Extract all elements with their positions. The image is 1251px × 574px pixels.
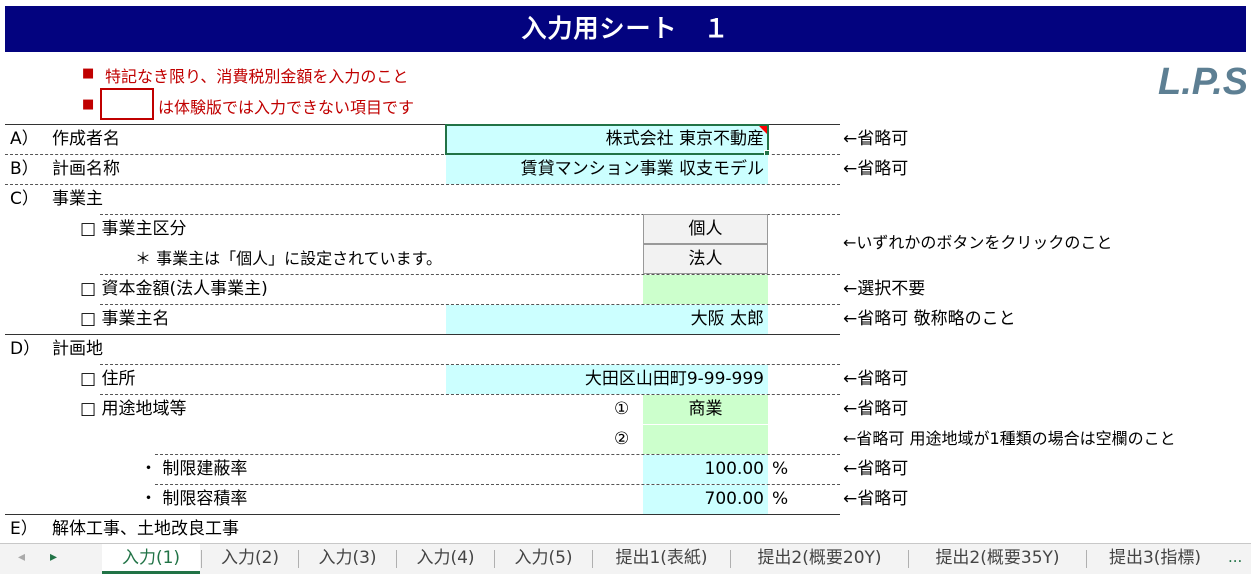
note-trial: は体験版では入力できない項目です — [158, 98, 415, 117]
row-c-name: 事業主 — [52, 189, 103, 209]
coverage-ratio-input[interactable]: 100.00 — [643, 455, 768, 484]
floor-area-ratio-hint: ←省略可 — [843, 489, 909, 509]
sheet-tab-bar: ◂ ▸ 入力(1) 入力(2) 入力(3) 入力(4) 入力(5) 提出1(表紙… — [0, 543, 1251, 574]
floor-area-ratio-input[interactable]: 700.00 — [643, 485, 768, 514]
more-tabs-icon[interactable]: ... — [1228, 548, 1242, 566]
tab-submit-2-35y[interactable]: 提出2(概要35Y) — [909, 544, 1086, 574]
note-tax: 特記なき限り、消費税別金額を入力のこと — [105, 67, 409, 86]
row-a-hint: ←省略可 — [843, 129, 909, 149]
capital-input[interactable] — [643, 275, 768, 304]
zoning-label: □ 用途地域等 — [80, 399, 187, 419]
lps-logo: L.P.S. — [1158, 61, 1246, 102]
floor-area-ratio-label: ・ 制限容積率 — [140, 489, 248, 509]
logo-text: L.P.S. — [1158, 61, 1246, 102]
tab-submit-3[interactable]: 提出3(指標) — [1087, 544, 1223, 574]
zoning-mark-2: ② — [614, 429, 630, 449]
tab-scroll-right-icon[interactable]: ▸ — [50, 549, 57, 565]
zoning-hint-1: ←省略可 — [843, 399, 909, 419]
trial-restricted-sample-box — [100, 88, 154, 120]
coverage-ratio-unit: % — [772, 459, 789, 479]
coverage-ratio-label: ・ 制限建蔽率 — [140, 459, 248, 479]
tab-input-4[interactable]: 入力(4) — [397, 544, 494, 574]
address-input[interactable]: 大田区山田町9-99-999 — [446, 365, 768, 394]
owner-name-input[interactable]: 大阪 太郎 — [446, 305, 768, 334]
capital-label: □ 資本金額(法人事業主) — [80, 279, 268, 299]
tab-scroll-left-icon[interactable]: ◂ — [18, 549, 25, 565]
author-name-input[interactable]: 株式会社 東京不動産 — [445, 124, 769, 155]
row-d-label: D） — [10, 339, 41, 359]
note-bullet-icon: ■ — [82, 97, 95, 112]
owner-type-note: ＊ 事業主は「個人」に設定されています。 — [135, 249, 443, 268]
tab-input-2[interactable]: 入力(2) — [202, 544, 298, 574]
row-a-name: 作成者名 — [52, 129, 120, 149]
comment-indicator-icon — [759, 126, 767, 134]
owner-name-hint: ←省略可 敬称略のこと — [843, 309, 1016, 329]
row-b-hint: ←省略可 — [843, 159, 909, 179]
coverage-ratio-hint: ←省略可 — [843, 459, 909, 479]
corporation-button[interactable]: 法人 — [643, 244, 768, 274]
tab-input-5[interactable]: 入力(5) — [495, 544, 592, 574]
row-e-label: E） — [10, 519, 38, 539]
row-a-label: A） — [10, 129, 39, 149]
note-bullet-icon: ■ — [82, 66, 95, 81]
address-hint: ←省略可 — [843, 369, 909, 389]
floor-area-ratio-unit: % — [772, 489, 789, 509]
address-label: □ 住所 — [80, 369, 136, 389]
row-e-name: 解体工事、土地改良工事 — [52, 519, 239, 539]
row-d-name: 計画地 — [52, 339, 103, 359]
zoning-hint-2: ←省略可 用途地域が1種類の場合は空欄のこと — [843, 429, 1176, 448]
individual-button[interactable]: 個人 — [643, 214, 768, 244]
capital-hint: ←選択不要 — [843, 279, 926, 299]
sheet-title: 入力用シート １ — [5, 6, 1246, 52]
plan-name-input[interactable]: 賃貸マンション事業 収支モデル — [446, 155, 768, 184]
zoning-input-1[interactable]: 商業 — [643, 395, 768, 424]
owner-type-label: □ 事業主区分 — [80, 219, 187, 239]
zoning-mark-1: ① — [614, 399, 630, 419]
divider — [5, 334, 840, 335]
zoning-input-2[interactable] — [643, 425, 768, 454]
owner-type-hint: ←いずれかのボタンをクリックのこと — [843, 233, 1113, 252]
tab-input-1[interactable]: 入力(1) — [102, 544, 200, 574]
tab-input-3[interactable]: 入力(3) — [299, 544, 396, 574]
owner-name-label: □ 事業主名 — [80, 309, 170, 329]
row-b-name: 計画名称 — [52, 159, 120, 179]
tab-submit-2-20y[interactable]: 提出2(概要20Y) — [731, 544, 908, 574]
row-b-label: B） — [10, 159, 39, 179]
divider — [5, 184, 840, 185]
tab-submit-1[interactable]: 提出1(表紙) — [593, 544, 730, 574]
row-c-label: C） — [10, 189, 39, 209]
